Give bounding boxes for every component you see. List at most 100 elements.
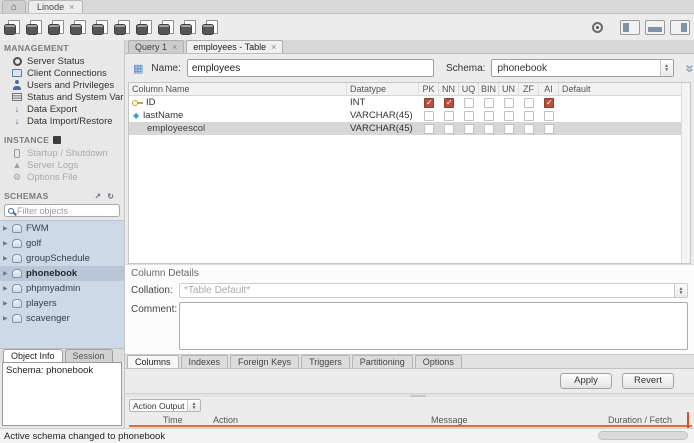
ao-header-duration[interactable]: Duration / Fetch xyxy=(608,415,694,425)
ai-checkbox[interactable] xyxy=(544,111,554,121)
chevron-right-icon[interactable]: ▶ xyxy=(3,240,12,247)
tab-object-info[interactable]: Object Info xyxy=(3,349,63,362)
ao-header-time[interactable]: Time xyxy=(163,415,213,425)
tab-columns[interactable]: Columns xyxy=(127,355,179,368)
uq-checkbox[interactable] xyxy=(464,98,474,108)
sidebar-item-client-connections[interactable]: Client Connections xyxy=(0,67,124,79)
sidebar-item-startup-shutdown[interactable]: Startup / Shutdown xyxy=(0,147,124,159)
schema-item-phpmyadmin[interactable]: ▶ phpmyadmin xyxy=(0,281,124,296)
toggle-bottom-panel-icon[interactable] xyxy=(645,20,665,35)
sidebar-item-options-file[interactable]: ⚙ Options File xyxy=(0,171,124,183)
bin-checkbox[interactable] xyxy=(484,124,494,134)
new-sql-tab-icon[interactable] xyxy=(4,20,21,35)
col-header-name[interactable]: Column Name xyxy=(129,83,347,95)
drop-schema-icon[interactable] xyxy=(70,20,87,35)
nn-checkbox[interactable] xyxy=(444,124,454,134)
expand-icon[interactable]: ↗ xyxy=(94,192,103,201)
col-header-zf[interactable]: ZF xyxy=(519,83,539,95)
stepper-icon[interactable]: ▲▼ xyxy=(674,284,687,297)
toggle-left-panel-icon[interactable] xyxy=(620,20,640,35)
tab-triggers[interactable]: Triggers xyxy=(301,355,350,368)
stepper-icon[interactable]: ▲▼ xyxy=(660,60,673,76)
nn-checkbox[interactable] xyxy=(444,111,454,121)
zf-checkbox[interactable] xyxy=(524,124,534,134)
col-header-pk[interactable]: PK xyxy=(419,83,439,95)
action-output-select[interactable]: Action Output ▲▼ xyxy=(129,399,201,412)
new-schema-icon[interactable] xyxy=(48,20,65,35)
sidebar-item-server-status[interactable]: Server Status xyxy=(0,55,124,67)
ao-header-message[interactable]: Message xyxy=(431,415,608,425)
schema-item-scavenger[interactable]: ▶ scavenger xyxy=(0,311,124,326)
connection-tab-linode[interactable]: Linode × xyxy=(28,0,83,13)
tab-session[interactable]: Session xyxy=(65,349,113,362)
sidebar-item-data-export[interactable]: ↓ Data Export xyxy=(0,103,124,115)
chevron-right-icon[interactable]: ▶ xyxy=(3,225,12,232)
table-row-id[interactable]: ID INT xyxy=(129,96,690,109)
comment-textarea[interactable] xyxy=(179,302,688,350)
col-header-nn[interactable]: NN xyxy=(439,83,459,95)
pk-checkbox[interactable] xyxy=(424,124,434,134)
uq-checkbox[interactable] xyxy=(464,124,474,134)
sidebar-item-status-system-variables[interactable]: Status and System Variables xyxy=(0,91,124,103)
pk-checkbox[interactable] xyxy=(424,98,434,108)
open-sql-script-icon[interactable] xyxy=(26,20,43,35)
apply-button[interactable]: Apply xyxy=(560,373,612,389)
drop-table-icon[interactable] xyxy=(114,20,131,35)
ai-checkbox[interactable] xyxy=(544,124,554,134)
bin-checkbox[interactable] xyxy=(484,111,494,121)
search-table-data-icon[interactable] xyxy=(158,20,175,35)
col-header-ai[interactable]: AI xyxy=(539,83,559,95)
tab-indexes[interactable]: Indexes xyxy=(181,355,229,368)
ai-checkbox[interactable] xyxy=(544,98,554,108)
horizontal-scrollbar[interactable] xyxy=(598,431,688,440)
chevron-right-icon[interactable]: ▶ xyxy=(3,315,12,322)
dashboard-gauge-icon[interactable] xyxy=(592,22,603,33)
double-chevron-down-icon[interactable]: » xyxy=(681,64,694,72)
schema-item-phonebook[interactable]: ▶ phonebook xyxy=(0,266,124,281)
ao-header-action[interactable]: Action xyxy=(213,415,431,425)
col-header-bin[interactable]: BIN xyxy=(479,83,499,95)
tab-query-1[interactable]: Query 1 × xyxy=(128,40,184,53)
zf-checkbox[interactable] xyxy=(524,111,534,121)
un-checkbox[interactable] xyxy=(504,111,514,121)
collation-select[interactable]: *Table Default* ▲▼ xyxy=(179,283,688,298)
col-header-datatype[interactable]: Datatype xyxy=(347,83,419,95)
revert-button[interactable]: Revert xyxy=(622,373,674,389)
schema-item-players[interactable]: ▶ players xyxy=(0,296,124,311)
home-tab[interactable]: ⌂ xyxy=(2,0,26,13)
close-icon[interactable]: × xyxy=(69,2,74,12)
schema-item-groupschedule[interactable]: ▶ groupSchedule xyxy=(0,251,124,266)
table-row-employeescol[interactable]: employeescol VARCHAR(45) xyxy=(129,122,690,135)
tab-partitioning[interactable]: Partitioning xyxy=(352,355,413,368)
inspect-icon[interactable] xyxy=(180,20,197,35)
zf-checkbox[interactable] xyxy=(524,98,534,108)
sidebar-item-users-privileges[interactable]: Users and Privileges xyxy=(0,79,124,91)
close-icon[interactable]: × xyxy=(271,42,276,52)
reconnect-dbms-icon[interactable] xyxy=(202,20,219,35)
chevron-right-icon[interactable]: ▶ xyxy=(3,255,12,262)
schema-filter-input[interactable] xyxy=(17,206,116,216)
new-table-icon[interactable] xyxy=(92,20,109,35)
chevron-right-icon[interactable]: ▶ xyxy=(3,270,12,277)
un-checkbox[interactable] xyxy=(504,124,514,134)
close-icon[interactable]: × xyxy=(172,42,177,52)
pk-checkbox[interactable] xyxy=(424,111,434,121)
col-header-un[interactable]: UN xyxy=(499,83,519,95)
tab-foreign-keys[interactable]: Foreign Keys xyxy=(230,355,299,368)
stepper-icon[interactable]: ▲▼ xyxy=(187,400,200,411)
col-header-uq[interactable]: UQ xyxy=(459,83,479,95)
sidebar-item-data-import[interactable]: ↓ Data Import/Restore xyxy=(0,115,124,127)
nn-checkbox[interactable] xyxy=(444,98,454,108)
bin-checkbox[interactable] xyxy=(484,98,494,108)
col-header-default[interactable]: Default xyxy=(559,83,690,95)
chevron-right-icon[interactable]: ▶ xyxy=(3,285,12,292)
uq-checkbox[interactable] xyxy=(464,111,474,121)
table-name-input[interactable] xyxy=(187,59,434,77)
vertical-scrollbar[interactable] xyxy=(681,83,690,263)
tab-options[interactable]: Options xyxy=(415,355,462,368)
table-row-lastname[interactable]: ◆ lastName VARCHAR(45) xyxy=(129,109,690,122)
tab-employees-table[interactable]: employees - Table × xyxy=(186,40,283,53)
refresh-icon[interactable]: ↻ xyxy=(107,192,116,201)
schema-item-golf[interactable]: ▶ golf xyxy=(0,236,124,251)
chevron-right-icon[interactable]: ▶ xyxy=(3,300,12,307)
